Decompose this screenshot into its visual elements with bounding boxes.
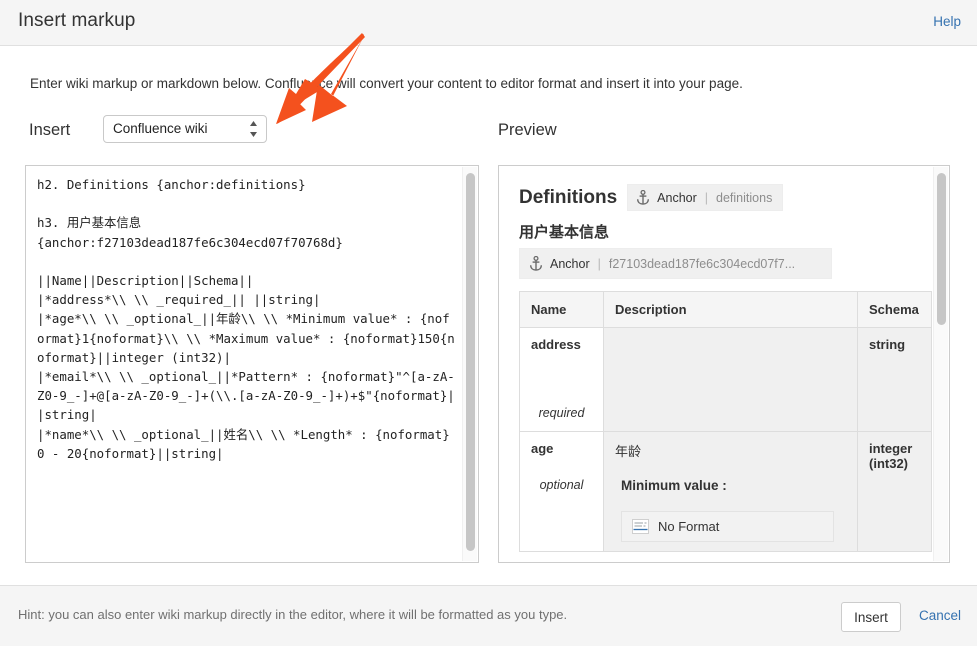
noformat-label: No Format — [658, 519, 719, 534]
anchor-icon — [529, 256, 543, 271]
no-format-icon — [632, 519, 649, 534]
table-row: address required string — [520, 328, 932, 432]
preview-table-head: Name Description Schema — [520, 292, 932, 328]
dialog-header: Insert markup Help — [0, 0, 977, 46]
dialog-body: Enter wiki markup or markdown below. Con… — [0, 47, 977, 585]
anchor-icon — [636, 190, 650, 205]
help-link[interactable]: Help — [933, 14, 961, 29]
markup-scrollbar-thumb[interactable] — [466, 173, 475, 551]
hint-text: Hint: you can also enter wiki markup dir… — [18, 607, 567, 622]
cell-schema: string — [858, 328, 932, 432]
preview-content: Definitions Anchor | definitions 用户基本信 — [499, 166, 931, 552]
field-schema: string — [869, 337, 905, 352]
cell-schema: integer (int32) — [858, 432, 932, 552]
dialog-footer: Hint: you can also enter wiki markup dir… — [0, 585, 977, 646]
field-schema: integer (int32) — [869, 441, 912, 471]
preview-section-label: Preview — [498, 121, 557, 140]
column-header-description: Description — [604, 292, 858, 328]
anchor-macro-value: f27103dead187fe6c304ecd07f7... — [609, 257, 795, 271]
field-name: address — [531, 337, 592, 352]
description-text: 年龄 — [615, 441, 846, 460]
cell-name: age optional — [520, 432, 604, 552]
preview-heading-definitions: Definitions — [519, 187, 617, 209]
markup-editor-box[interactable] — [25, 165, 479, 563]
preview-table: Name Description Schema address required — [519, 291, 932, 552]
anchor-macro-name: Anchor — [657, 191, 697, 205]
column-header-name: Name — [520, 292, 604, 328]
preview-table-body: address required string age option — [520, 328, 932, 552]
cancel-button[interactable]: Cancel — [919, 608, 961, 623]
markup-textarea[interactable] — [35, 173, 459, 563]
field-requirement: required — [531, 406, 592, 420]
preview-scrollbar-thumb[interactable] — [937, 173, 946, 325]
cell-name: address required — [520, 328, 604, 432]
preview-scrollbar-track[interactable] — [933, 167, 948, 561]
anchor-macro-name: Anchor — [550, 257, 590, 271]
markup-format-select[interactable]: Confluence wiki Markdown — [103, 115, 267, 143]
anchor-macro-separator: | — [598, 257, 601, 271]
anchor-macro-definitions[interactable]: Anchor | definitions — [627, 184, 783, 211]
anchor-macro-section[interactable]: Anchor | f27103dead187fe6c304ecd07f7... — [519, 248, 832, 279]
preview-heading-user-info: 用户基本信息 — [519, 221, 931, 242]
noformat-macro[interactable]: No Format — [621, 511, 834, 542]
description-minimum-label: Minimum value : — [621, 478, 846, 493]
preview-heading-row: Definitions Anchor | definitions — [519, 184, 931, 211]
table-header-row: Name Description Schema — [520, 292, 932, 328]
insert-markup-dialog: Insert markup Help Enter wiki markup or … — [0, 0, 977, 646]
cell-description — [604, 328, 858, 432]
insert-section-label: Insert — [29, 121, 70, 140]
preview-box: Definitions Anchor | definitions 用户基本信 — [498, 165, 950, 563]
field-name: age — [531, 441, 592, 456]
insert-button[interactable]: Insert — [841, 602, 901, 632]
cell-description: 年龄 Minimum value : — [604, 432, 858, 552]
anchor-macro-separator: | — [705, 191, 708, 205]
table-row: age optional 年龄 Minimum value : — [520, 432, 932, 552]
markup-scrollbar-track[interactable] — [462, 167, 477, 561]
format-select-wrapper: Confluence wiki Markdown — [103, 115, 267, 143]
intro-text: Enter wiki markup or markdown below. Con… — [30, 76, 743, 91]
column-header-schema: Schema — [858, 292, 932, 328]
anchor-macro-value: definitions — [716, 191, 772, 205]
field-requirement: optional — [531, 478, 592, 492]
page-title: Insert markup — [18, 10, 135, 32]
